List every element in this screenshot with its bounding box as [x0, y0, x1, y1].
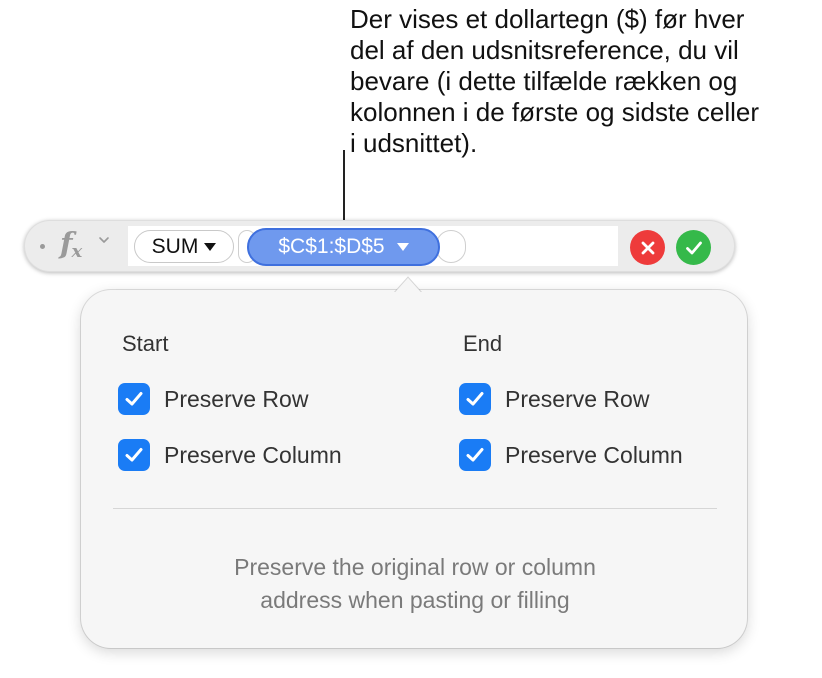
end-column-title: End [463, 331, 503, 356]
function-token-label: SUM [151, 234, 199, 258]
callout-line: Der vises et dollartegn ($) før hver [350, 4, 745, 34]
cancel-button[interactable] [630, 230, 665, 265]
range-reference-token[interactable]: $C$1:$D$5 [247, 228, 440, 266]
callout-line: i udsnittet). [350, 128, 478, 158]
hint-text: Preserve the original row or column addr… [113, 551, 717, 617]
checkmark-icon [685, 241, 702, 254]
close-paren-token [436, 230, 466, 263]
function-token-sum[interactable]: SUM [134, 230, 234, 263]
start-column-title: Start [122, 331, 169, 356]
checkbox-label: Preserve Row [164, 385, 309, 412]
checkbox-checked[interactable] [459, 383, 491, 415]
triangle-down-icon [396, 243, 409, 251]
checkmark-icon [466, 392, 484, 406]
end-preserve-column-checkbox[interactable]: Preserve Column [459, 439, 683, 471]
hint-line: Preserve the original row or column [234, 554, 596, 580]
chevron-down-icon[interactable] [98, 234, 110, 246]
fx-symbol: f [60, 226, 73, 260]
fx-subscript: x [71, 241, 82, 262]
callout-line: del af den udsnitsreference, du vil [350, 35, 739, 65]
checkbox-label: Preserve Row [505, 385, 650, 412]
function-icon[interactable]: fx [60, 226, 82, 262]
callout-line: bevare (i dette tilfælde rækken og [350, 66, 738, 96]
divider [113, 508, 717, 509]
checkbox-label: Preserve Column [164, 441, 342, 468]
range-reference-label: $C$1:$D$5 [278, 235, 385, 258]
checkmark-icon [125, 392, 143, 406]
callout-line: kolonnen i de første og sidste celler [350, 97, 759, 127]
checkmark-icon [466, 448, 484, 462]
popover-arrow [392, 276, 424, 295]
end-preserve-row-checkbox[interactable]: Preserve Row [459, 383, 649, 415]
checkbox-label: Preserve Column [505, 441, 683, 468]
start-preserve-row-checkbox[interactable]: Preserve Row [118, 383, 308, 415]
drag-handle-dot[interactable] [40, 244, 45, 249]
start-preserve-column-checkbox[interactable]: Preserve Column [118, 439, 342, 471]
callout-text: Der vises et dollartegn ($) før hver del… [350, 4, 810, 159]
checkbox-checked[interactable] [459, 439, 491, 471]
checkbox-checked[interactable] [118, 383, 150, 415]
checkmark-icon [125, 448, 143, 462]
checkbox-checked[interactable] [118, 439, 150, 471]
hint-line: address when pasting or filling [260, 587, 570, 613]
x-mark-icon [641, 241, 654, 254]
accept-button[interactable] [676, 230, 711, 265]
triangle-down-icon [204, 242, 217, 251]
